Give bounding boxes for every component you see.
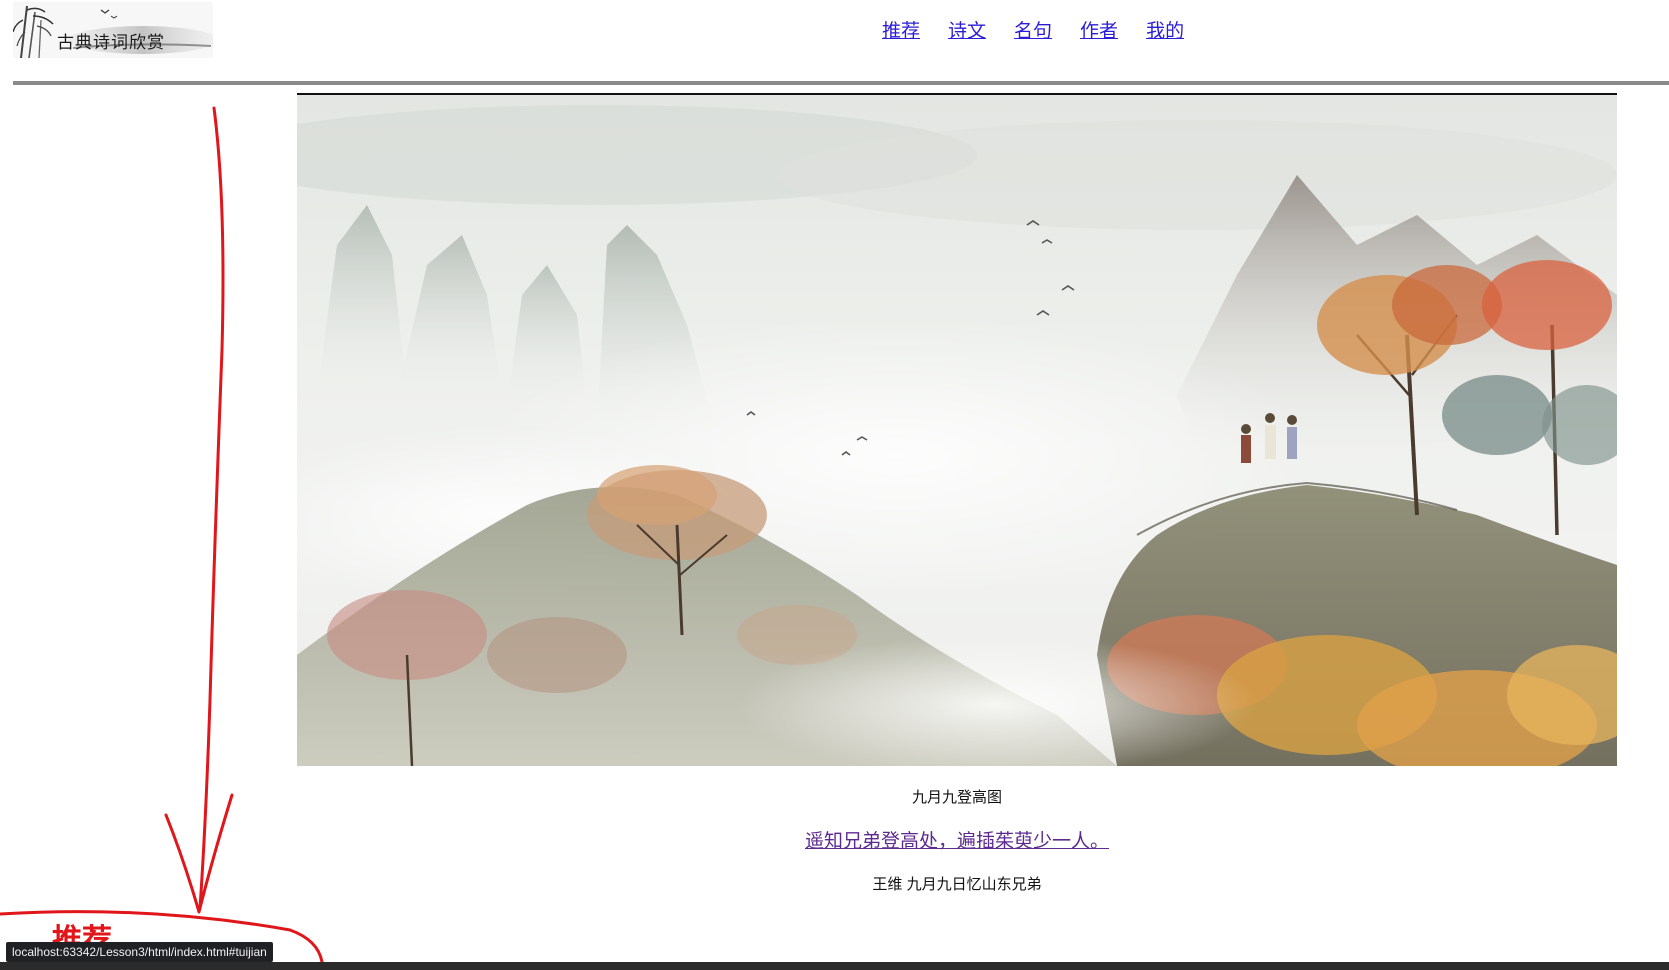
bottom-scroll-strip: [0, 962, 1669, 970]
main-nav: 推荐 诗文 名句 作者 我的: [882, 16, 1184, 46]
nav-link-mine[interactable]: 我的: [1146, 16, 1184, 46]
nav-link-authors[interactable]: 作者: [1080, 16, 1118, 46]
header-divider: [13, 81, 1669, 85]
logo-text: 古典诗词欣赏: [57, 33, 165, 52]
verse-link[interactable]: 遥知兄弟登高处，遍插茱萸少一人。: [805, 831, 1109, 852]
landscape-painting-image: [297, 93, 1617, 766]
site-logo: 古典诗词欣赏: [13, 2, 213, 58]
image-caption: 九月九登高图: [911, 789, 1002, 806]
nav-link-poems[interactable]: 诗文: [948, 16, 986, 46]
nav-link-recommend[interactable]: 推荐: [882, 16, 920, 46]
nav-link-famous-lines[interactable]: 名句: [1014, 16, 1052, 46]
verse-container: 遥知兄弟登高处，遍插茱萸少一人。: [297, 826, 1617, 853]
author-line: 王维 九月九日忆山东兄弟: [872, 876, 1042, 893]
status-bar-url: localhost:63342/Lesson3/html/index.html#…: [6, 942, 273, 962]
